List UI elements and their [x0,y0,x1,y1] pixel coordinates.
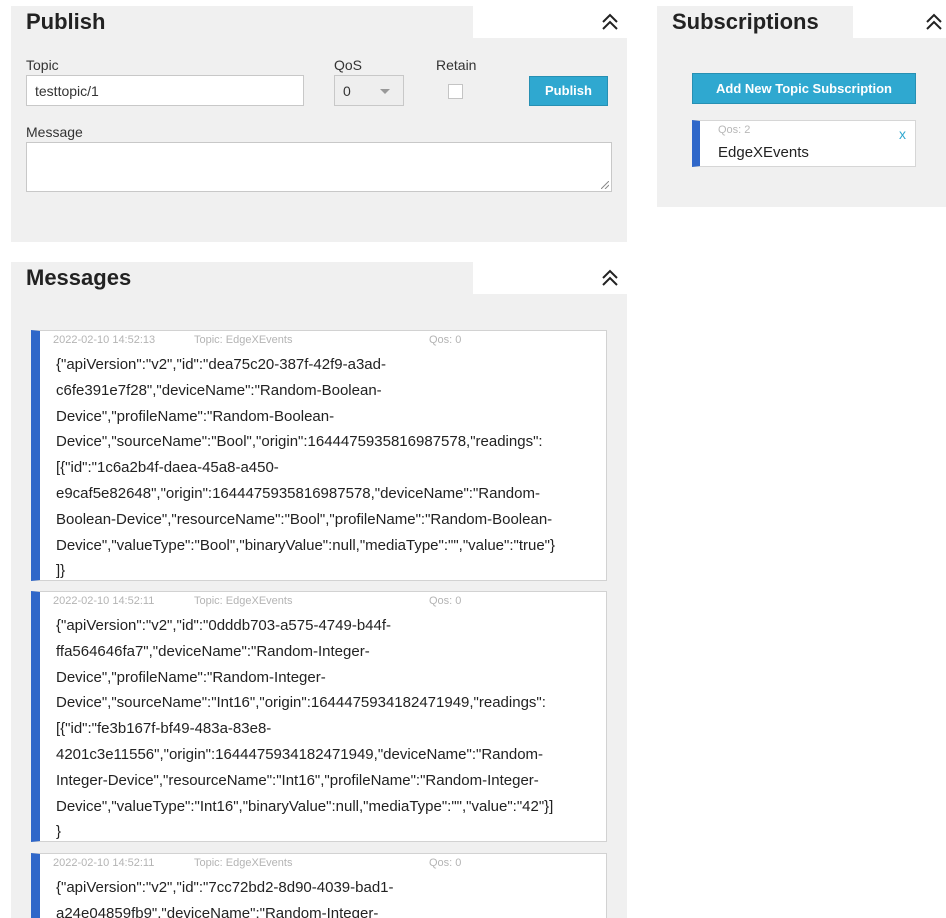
collapse-publish-icon[interactable] [599,11,621,33]
messages-title: Messages [26,265,132,290]
retain-checkbox[interactable] [448,84,463,99]
payload-line: [{"id":"fe3b167f-bf49-483a-83e8- [56,720,272,738]
payload-line: {"apiVersion":"v2","id":"7cc72bd2-8d90-4… [56,879,394,896]
message-textarea[interactable] [26,142,612,192]
message-payload: {"apiVersion":"v2","id":"dea75c20-387f-4… [56,352,601,580]
message-timestamp: 2022-02-10 14:52:11 [53,857,155,869]
payload-line: Device","sourceName":"Int16","origin":16… [56,694,546,712]
message-timestamp: 2022-02-10 14:52:13 [53,334,156,346]
message-payload: {"apiVersion":"v2","id":"0dddb703-a575-4… [56,613,601,841]
retain-label: Retain [436,57,477,73]
qos-select[interactable]: 0 [334,75,404,106]
payload-line: 4201c3e11556","origin":16444759341824719… [56,745,544,763]
publish-title: Publish [26,9,106,34]
resize-grip-icon[interactable] [601,181,609,189]
payload-line: [{"id":"1c6a2b4f-daea-45a8-a450- [56,459,279,477]
publish-button[interactable]: Publish [529,76,608,106]
message-topic: Topic: EdgeXEvents [194,857,293,869]
message-qos: Qos: 0 [429,595,462,607]
payload-line: c6fe391e7f28","deviceName":"Random-Boole… [56,381,382,399]
payload-line: ]} [56,562,66,580]
subscriptions-panel: Subscriptions Add New Topic Subscription… [657,6,946,207]
payload-line: Device","profileName":"Random-Integer- [56,668,326,686]
collapse-messages-icon[interactable] [599,267,621,289]
payload-line: } [56,823,62,841]
add-subscription-button[interactable]: Add New Topic Subscription [692,73,916,104]
message-payload: {"apiVersion":"v2","id":"7cc72bd2-8d90-4… [56,875,601,918]
message-qos: Qos: 0 [429,334,462,346]
payload-line: Device","valueType":"Int16","binaryValue… [56,797,554,815]
subscriptions-title: Subscriptions [672,9,819,34]
qos-select-value: 0 [343,83,351,99]
qos-label: QoS [334,57,363,73]
chevron-down-icon [380,89,390,94]
payload-line: ffa564646fa7","deviceName":"Random-Integ… [56,642,370,660]
message-item[interactable]: 2022-02-10 14:52:13 Topic: EdgeXEvents Q… [31,330,607,581]
message-topic: Topic: EdgeXEvents [194,334,293,346]
subscription-topic: EdgeXEvents [718,144,809,161]
topic-label: Topic [26,57,59,73]
topic-input[interactable]: testtopic/1 [26,75,304,106]
collapse-subscriptions-icon[interactable] [923,11,945,33]
subscription-qos: Qos: 2 [718,124,751,136]
messages-panel: Messages 2022-02-10 14:52:13 Topic: Edge… [11,262,627,918]
payload-line: Device","profileName":"Random-Boolean- [56,407,335,425]
message-topic: Topic: EdgeXEvents [194,595,293,607]
publish-panel: Publish Topic testtopic/1 QoS 0 Retain P… [11,6,627,242]
message-qos: Qos: 0 [429,857,462,869]
payload-line: {"apiVersion":"v2","id":"0dddb703-a575-4… [56,617,392,634]
message-item[interactable]: 2022-02-10 14:52:11 Topic: EdgeXEvents Q… [31,853,607,918]
message-item[interactable]: 2022-02-10 14:52:11 Topic: EdgeXEvents Q… [31,591,607,842]
remove-subscription-button[interactable]: x [899,126,906,142]
payload-line: a24e04859fb9","deviceName":"Random-Integ… [56,904,379,918]
payload-line: Device","sourceName":"Bool","origin":164… [56,433,543,451]
payload-line: Device","valueType":"Bool","binaryValue"… [56,536,556,554]
subscription-item[interactable]: Qos: 2 EdgeXEvents x [692,120,916,167]
message-timestamp: 2022-02-10 14:52:11 [53,595,155,607]
payload-line: Integer-Device","resourceName":"Int16","… [56,771,539,789]
payload-line: Boolean-Device","resourceName":"Bool","p… [56,510,553,528]
payload-line: e9caf5e82648","origin":16444759358169875… [56,484,540,502]
payload-line: {"apiVersion":"v2","id":"dea75c20-387f-4… [56,356,386,373]
message-label: Message [26,124,83,140]
